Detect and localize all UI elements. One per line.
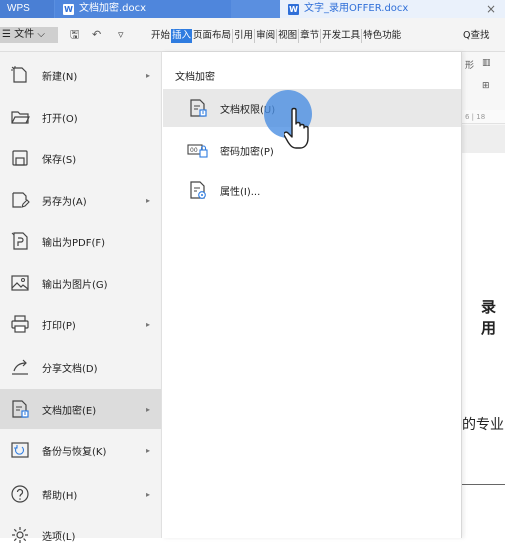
tab-developer[interactable]: 开发工具: [321, 29, 363, 43]
doc-permission-icon: [187, 98, 209, 118]
chevron-right-icon: ▸: [146, 70, 151, 80]
menu-item-label: 输出为图片(G): [42, 279, 108, 291]
file-menu-panel: 新建(N) ▸ 打开(O) 保存(S) 另存为(A) ▸ 输出为PDF(F) 输…: [0, 52, 162, 543]
ribbon-toolbar: ☰ 文件 ⌵ 🖫 ↶ ▿ 开始 插入 页面布局 引用 审阅 视图 章节 开发工具…: [0, 18, 505, 52]
tab-features[interactable]: 特色功能: [362, 29, 402, 43]
smartart-icon[interactable]: ⊞: [482, 81, 490, 91]
tab-page-layout[interactable]: 页面布局: [192, 29, 234, 43]
submenu-item-properties[interactable]: 属性(I)...: [163, 171, 461, 209]
print-icon: [9, 313, 31, 335]
menu-item-label: 分享文档(D): [42, 363, 98, 375]
help-icon: [9, 483, 31, 505]
chevron-right-icon: ▸: [146, 445, 151, 455]
password-encrypt-icon: 00: [187, 140, 209, 160]
document-divider: [462, 484, 505, 485]
document-heading-fragment: 录用: [481, 298, 497, 337]
tab-references[interactable]: 引用: [233, 29, 256, 43]
open-folder-icon: [9, 106, 31, 128]
backup-restore-icon: [9, 439, 31, 461]
menu-item-share[interactable]: 分享文档(D): [0, 347, 161, 387]
wps-app-button[interactable]: WPS: [0, 0, 54, 18]
word-doc-icon: W: [63, 3, 74, 15]
menu-item-label: 打印(P): [42, 320, 76, 332]
document-tab-offer[interactable]: W 文字_录用OFFER.docx ×: [280, 0, 505, 18]
menu-item-label: 选项(L): [42, 531, 76, 543]
submenu-item-label: 属性(I)...: [220, 187, 261, 198]
chevron-down-icon: ⌵: [37, 29, 45, 40]
menu-item-options[interactable]: 选项(L): [0, 515, 161, 555]
doc-encrypt-icon: [9, 398, 31, 420]
menu-item-export-image[interactable]: 输出为图片(G): [0, 263, 161, 303]
quick-access-dropdown-icon[interactable]: ▿: [118, 27, 124, 43]
menu-item-save[interactable]: 保存(S): [0, 138, 161, 178]
tab-section[interactable]: 章节: [299, 29, 322, 43]
document-tab-encrypt[interactable]: W 文档加密.docx: [55, 0, 231, 18]
file-menu-button[interactable]: ☰ 文件 ⌵: [0, 27, 58, 43]
save-quick-icon[interactable]: 🖫: [70, 27, 79, 43]
chart-icon[interactable]: ▥: [482, 58, 491, 68]
chevron-right-icon: ▸: [146, 489, 151, 499]
menu-item-label: 帮助(H): [42, 490, 78, 502]
tab-home[interactable]: 开始: [150, 29, 171, 43]
menu-item-label: 文档加密(E): [42, 405, 97, 417]
menu-item-print[interactable]: 打印(P) ▸: [0, 304, 161, 344]
submenu-item-label: 密码加密(P): [220, 147, 274, 158]
tab-review[interactable]: 审阅: [255, 29, 278, 43]
close-tab-icon[interactable]: ×: [486, 0, 496, 18]
hamburger-icon: ☰: [2, 29, 11, 40]
menu-item-label: 保存(S): [42, 154, 77, 166]
tab-insert[interactable]: 插入: [171, 29, 193, 43]
options-gear-icon: [9, 524, 31, 546]
menu-item-open[interactable]: 打开(O): [0, 97, 161, 137]
new-file-icon: [9, 64, 31, 86]
menu-item-label: 输出为PDF(F): [42, 237, 106, 249]
menu-item-label: 另存为(A): [42, 196, 87, 208]
share-icon: [9, 356, 31, 378]
title-tab-bar: WPS W 文档加密.docx W 文字_录用OFFER.docx ×: [0, 0, 505, 18]
menu-item-label: 打开(O): [42, 113, 78, 125]
save-icon: [9, 147, 31, 169]
menu-item-backup-restore[interactable]: 备份与恢复(K) ▸: [0, 430, 161, 470]
tab-view[interactable]: 视图: [277, 29, 300, 43]
word-doc-icon: W: [288, 3, 299, 15]
export-image-icon: [9, 272, 31, 294]
document-body-fragment: 的专业: [462, 417, 504, 433]
shape-icon[interactable]: 形: [465, 58, 474, 71]
menu-item-new[interactable]: 新建(N) ▸: [0, 55, 161, 95]
chevron-right-icon: ▸: [146, 404, 151, 414]
document-tab-label: 文档加密.docx: [79, 3, 147, 14]
properties-icon: [187, 180, 209, 200]
svg-text:00: 00: [190, 147, 198, 154]
save-as-icon: [9, 189, 31, 211]
document-margin: [462, 125, 505, 153]
menu-item-label: 新建(N): [42, 71, 78, 83]
undo-icon[interactable]: ↶: [92, 27, 101, 43]
menu-item-label: 备份与恢复(K): [42, 446, 107, 458]
ruler: 6 | 18: [462, 110, 505, 124]
document-tab-label: 文字_录用OFFER.docx: [304, 3, 409, 14]
submenu-title: 文档加密: [175, 72, 215, 83]
chevron-right-icon: ▸: [146, 195, 151, 205]
file-menu-label: 文件: [14, 29, 35, 40]
chevron-right-icon: ▸: [146, 319, 151, 329]
ribbon-tabs: 开始 插入 页面布局 引用 审阅 视图 章节 开发工具 特色功能: [150, 29, 402, 43]
menu-item-save-as[interactable]: 另存为(A) ▸: [0, 180, 161, 220]
search-button[interactable]: Q查找: [463, 29, 489, 43]
menu-item-doc-encrypt[interactable]: 文档加密(E) ▸: [0, 389, 161, 429]
hand-pointer-cursor-icon: [284, 107, 309, 149]
menu-item-export-pdf[interactable]: 输出为PDF(F): [0, 221, 161, 261]
export-pdf-icon: [9, 230, 31, 252]
menu-item-help[interactable]: 帮助(H) ▸: [0, 474, 161, 514]
